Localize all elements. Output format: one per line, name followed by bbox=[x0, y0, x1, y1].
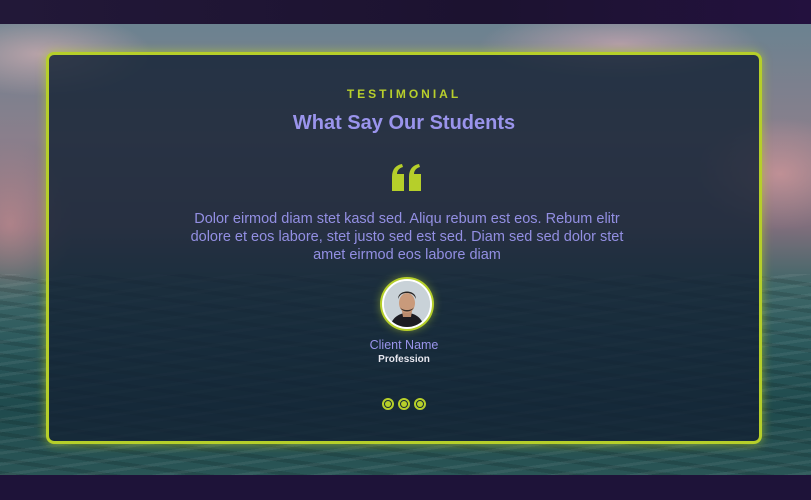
testimonial-card: TESTIMONIAL What Say Our Students Dolor … bbox=[46, 52, 762, 444]
carousel-dot-1[interactable] bbox=[382, 398, 394, 410]
client-name: Client Name bbox=[369, 338, 439, 352]
section-eyebrow: TESTIMONIAL bbox=[346, 87, 462, 101]
client-photo bbox=[384, 281, 430, 327]
section-title: What Say Our Students bbox=[292, 112, 516, 134]
bottom-bar bbox=[0, 475, 811, 500]
carousel-dot-3[interactable] bbox=[414, 398, 426, 410]
quote-left-icon bbox=[392, 164, 421, 191]
ocean-sunset-background: TESTIMONIAL What Say Our Students Dolor … bbox=[0, 24, 811, 475]
client-avatar bbox=[382, 279, 432, 329]
top-bar bbox=[0, 0, 811, 24]
client-profession: Profession bbox=[378, 354, 430, 365]
testimonial-text: Dolor eirmod diam stet kasd sed. Aliqu r… bbox=[190, 211, 624, 263]
carousel-dot-2[interactable] bbox=[398, 398, 410, 410]
carousel-dots bbox=[49, 398, 759, 410]
